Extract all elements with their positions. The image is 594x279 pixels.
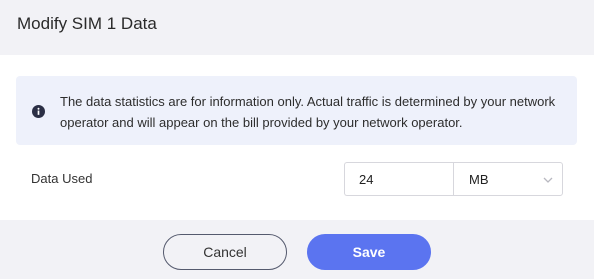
unit-select[interactable]: MB xyxy=(453,162,563,196)
info-icon xyxy=(32,105,45,118)
chevron-down-icon xyxy=(543,177,553,183)
notice-text: The data statistics are for information … xyxy=(60,94,556,130)
dialog-footer: Cancel Save xyxy=(0,220,594,279)
save-button[interactable]: Save xyxy=(307,234,431,270)
info-notice: The data statistics are for information … xyxy=(16,76,577,145)
unit-selected-value: MB xyxy=(469,172,489,187)
data-used-label: Data Used xyxy=(31,171,93,186)
dialog-title: Modify SIM 1 Data xyxy=(17,14,157,33)
cancel-button[interactable]: Cancel xyxy=(163,234,287,270)
dialog-header: Modify SIM 1 Data xyxy=(0,0,594,54)
data-used-input[interactable] xyxy=(344,162,454,196)
dialog-body: The data statistics are for information … xyxy=(0,55,594,220)
